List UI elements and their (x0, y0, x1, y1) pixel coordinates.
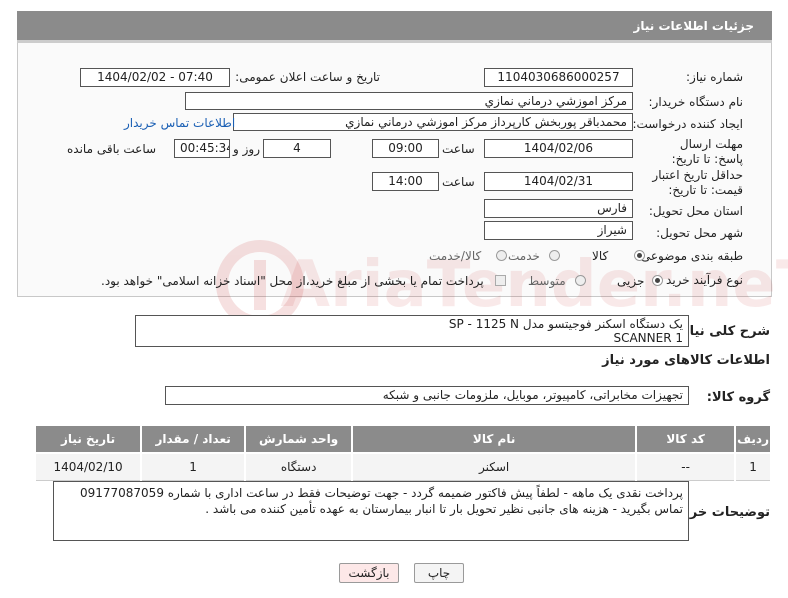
requester-field[interactable]: محمدباقر پوربخش کارپرداز مرکز اموزشي درم… (233, 113, 633, 131)
process-radio-medium[interactable] (575, 275, 586, 286)
province-label: استان محل تحویل: (648, 204, 743, 218)
process-type-label: نوع فرآیند خرید : (658, 273, 743, 287)
price-validity-label: حداقل تاریخ اعتبار قیمت: تا تاریخ: (652, 168, 743, 197)
deadline-label: مهلت ارسال پاسخ: تا تاریخ: (671, 137, 743, 166)
process-radio-minor[interactable] (652, 275, 663, 286)
price-validity-date-field[interactable]: 1404/02/31 (484, 172, 633, 191)
deadline-time-label: ساعت (442, 142, 475, 156)
goods-group-field[interactable]: تجهیزات مخابراتی، کامپیوتر، موبایل، ملزو… (165, 386, 689, 405)
panel-header: جزئیات اطلاعات نیاز (17, 11, 772, 43)
process-option-minor: جزیی (617, 274, 645, 288)
back-button[interactable]: بازگشت (339, 563, 399, 583)
cell-need-date: 1404/02/10 (33, 452, 143, 481)
need-number-field[interactable]: 1104030686000257 (484, 68, 633, 87)
announce-date-field[interactable]: 1404/02/02 - 07:40 (80, 68, 230, 87)
need-description-field[interactable]: یک دستگاه اسکنر فوجیتسو مدل SP - 1125 N … (135, 315, 689, 347)
buyer-notes-field[interactable]: پرداخت نقدی یک ماهه - لطفاً پیش فاکتور ض… (53, 481, 689, 541)
cell-name: اسکنر (351, 452, 638, 481)
remaining-time-field[interactable]: 00:45:34 (174, 139, 230, 158)
remaining-time-label: ساعت باقی مانده (67, 142, 157, 156)
treasury-payment-checkbox[interactable] (495, 275, 506, 286)
category-label: طبقه بندی موضوعی: (636, 249, 743, 263)
print-button[interactable]: چاپ (414, 563, 464, 583)
announce-date-label: تاریخ و ساعت اعلان عمومی: (235, 70, 380, 84)
process-option-medium: متوسط (528, 274, 566, 288)
table-row: 1 -- اسکنر دستگاه 1 1404/02/10 (33, 452, 772, 481)
deadline-date-field[interactable]: 1404/02/06 (484, 139, 633, 158)
category-option-goods: کالا (592, 249, 609, 263)
cell-unit: دستگاه (244, 452, 354, 481)
goods-group-label: گروه کالا: (706, 390, 770, 405)
province-field[interactable]: فارس (484, 199, 633, 218)
category-option-goods-service: کالا/خدمت (429, 249, 482, 263)
city-label: شهر محل تحویل: (656, 226, 743, 240)
days-remaining-field[interactable]: 4 (263, 139, 331, 158)
goods-section-title: اطلاعات کالاهای مورد نیاز (602, 353, 770, 368)
treasury-payment-note: پرداخت تمام یا بخشی از مبلغ خرید،از محل … (101, 274, 484, 288)
category-radio-goods-service[interactable] (496, 250, 507, 261)
col-name: نام کالا (351, 424, 638, 454)
cell-code: -- (635, 452, 737, 481)
price-validity-time-field[interactable]: 14:00 (372, 172, 439, 191)
col-unit: واحد شمارش (244, 424, 354, 454)
goods-table: ردیف کد کالا نام کالا واحد شمارش تعداد /… (33, 424, 772, 481)
col-code: کد کالا (635, 424, 737, 454)
city-field[interactable]: شیراز (484, 221, 633, 240)
category-radio-service[interactable] (549, 250, 560, 261)
page-title: جزئیات اطلاعات نیاز (633, 19, 754, 33)
deadline-time-field[interactable]: 09:00 (372, 139, 439, 158)
days-label: روز و (233, 142, 260, 156)
need-description-line-2: SCANNER 1 (613, 331, 683, 345)
buyer-org-label: نام دستگاه خریدار: (648, 95, 744, 109)
category-radio-goods[interactable] (634, 250, 645, 261)
need-description-label: شرح کلی نیاز: (676, 324, 770, 339)
price-validity-time-label: ساعت (442, 175, 475, 189)
need-description-line-1: یک دستگاه اسکنر فوجیتسو مدل SP - 1125 N (448, 317, 683, 331)
goods-table-header: ردیف کد کالا نام کالا واحد شمارش تعداد /… (33, 424, 772, 454)
need-number-label: شماره نیاز: (686, 70, 743, 84)
col-row: ردیف (734, 424, 772, 454)
category-option-service: خدمت (508, 249, 540, 263)
col-quantity: تعداد / مقدار (140, 424, 247, 454)
buyer-contact-link[interactable]: اطلاعات تماس خریدار (124, 116, 235, 130)
cell-row: 1 (734, 452, 772, 481)
requester-label: ایجاد کننده درخواست: (632, 117, 743, 131)
cell-quantity: 1 (140, 452, 247, 481)
buyer-org-field[interactable]: مرکز اموزشي درماني نمازي (185, 92, 633, 110)
col-need-date: تاریخ نیاز (33, 424, 143, 454)
